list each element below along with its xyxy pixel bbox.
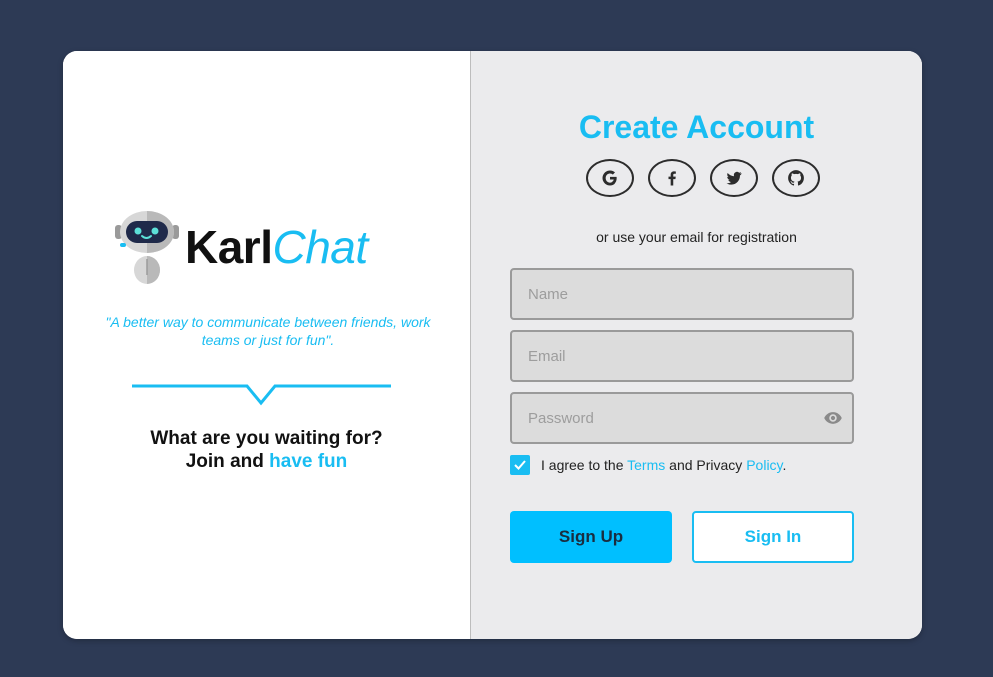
terms-link[interactable]: Terms [627,457,665,473]
page-title: Create Account [578,109,815,145]
speech-divider [132,384,391,406]
cta-line-1: What are you waiting for? [150,428,383,449]
agree-middle: and Privacy [665,457,747,473]
auth-card: KarlChat "A better way to communicate be… [63,51,922,639]
tagline: "A better way to communicate between fri… [105,314,431,348]
brand-panel: KarlChat "A better way to communicate be… [63,51,471,639]
cta-text: What are you waiting for? Join and have … [63,427,470,473]
logo-accent: Chat [272,221,368,273]
password-input[interactable] [512,394,852,442]
cta-line-2-prefix: Join and [185,451,270,472]
name-input[interactable] [512,270,852,318]
agree-suffix: . [782,457,787,473]
terms-agreement: I agree to the Terms and Privacy Policy. [510,455,786,475]
sign-in-button[interactable]: Sign In [692,511,854,563]
cta-line-2: Join and have fun [63,450,470,473]
facebook-icon [668,171,676,186]
twitter-login-button[interactable] [710,159,758,197]
agree-prefix: I agree to the [541,457,628,473]
brand-logo: KarlChat [109,209,368,285]
social-login-row [586,159,820,197]
google-login-button[interactable] [586,159,634,197]
logo-primary: Karl [185,221,273,273]
robot-mascot-icon [115,211,179,284]
checkmark-icon [514,460,526,470]
facebook-login-button[interactable] [648,159,696,197]
name-field [510,268,854,320]
google-icon [602,170,617,186]
github-login-button[interactable] [772,159,820,197]
github-icon [788,170,804,186]
sign-up-button[interactable]: Sign Up [510,511,672,563]
agree-text: I agree to the Terms and Privacy Policy. [541,457,786,473]
email-field [510,330,854,382]
password-field [510,392,854,444]
email-input[interactable] [512,332,852,380]
eye-icon[interactable] [822,408,844,428]
cta-highlight: have fun [269,451,348,472]
agree-checkbox[interactable] [510,455,530,475]
signup-panel: Create Account or use your email for reg… [471,51,922,639]
logo-text: KarlChat [185,224,368,270]
policy-link[interactable]: Policy [746,457,782,473]
alt-registration-text: or use your email for registration [596,229,797,245]
twitter-icon [726,171,742,185]
